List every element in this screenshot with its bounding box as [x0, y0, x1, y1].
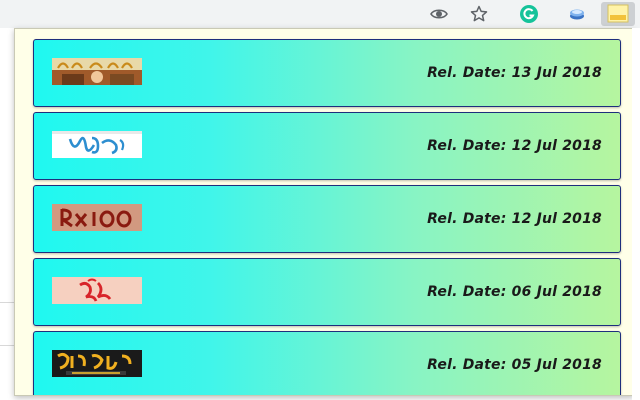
browser-toolbar: [0, 0, 640, 28]
eye-icon[interactable]: [428, 3, 450, 25]
movie-card[interactable]: Rel. Date: 13 Jul 2018: [33, 39, 621, 107]
movie-card[interactable]: Rel. Date: 12 Jul 2018: [33, 185, 621, 253]
active-extension-icon: [607, 3, 629, 25]
poster-thumbnail[interactable]: [52, 350, 142, 377]
release-date-label: Rel. Date: 12 Jul 2018: [427, 211, 602, 227]
release-date-label: Rel. Date: 05 Jul 2018: [427, 357, 602, 373]
star-icon[interactable]: [468, 3, 490, 25]
extension-icon[interactable]: [566, 3, 588, 25]
release-date-label: Rel. Date: 12 Jul 2018: [427, 138, 602, 154]
page-background-right: [632, 28, 640, 400]
release-date-label: Rel. Date: 06 Jul 2018: [427, 284, 602, 300]
release-date-label: Rel. Date: 13 Jul 2018: [427, 65, 602, 81]
page-background: [0, 28, 14, 400]
grammarly-icon[interactable]: [518, 3, 540, 25]
poster-thumbnail[interactable]: [52, 58, 142, 85]
active-extension-button[interactable]: [601, 2, 635, 26]
movie-card[interactable]: Rel. Date: 06 Jul 2018: [33, 258, 621, 326]
movie-card[interactable]: Rel. Date: 12 Jul 2018: [33, 112, 621, 180]
poster-thumbnail[interactable]: [52, 277, 142, 304]
poster-thumbnail[interactable]: [52, 131, 142, 158]
movie-card[interactable]: Rel. Date: 05 Jul 2018: [33, 331, 621, 395]
poster-thumbnail[interactable]: [52, 204, 142, 231]
movie-list-popup: Rel. Date: 13 Jul 2018 Rel. Date: 12 Jul…: [14, 28, 634, 396]
